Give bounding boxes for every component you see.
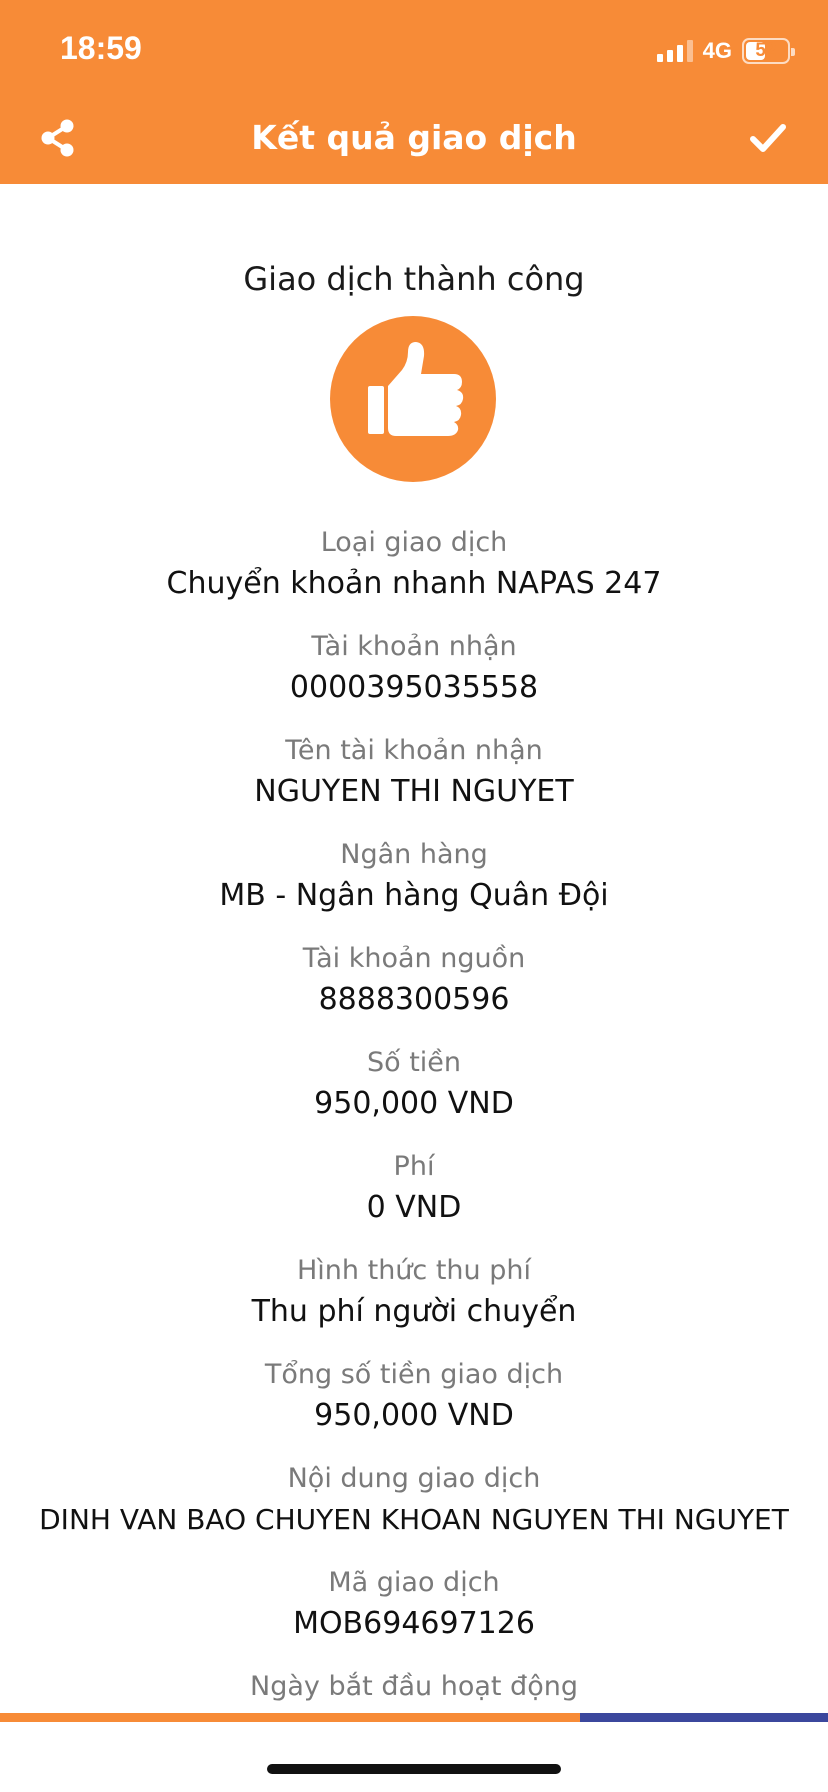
field-amount: Số tiền 950,000 VND <box>0 1044 828 1148</box>
home-indicator[interactable] <box>267 1764 561 1774</box>
field-value: MOB694697126 <box>293 1606 535 1641</box>
field-total-amount: Tổng số tiền giao dịch 950,000 VND <box>0 1356 828 1460</box>
field-label: Tài khoản nhận <box>311 631 517 662</box>
field-label: Ngày bắt đầu hoạt động <box>250 1671 578 1702</box>
status-time: 18:59 <box>60 30 142 66</box>
field-value: 950,000 VND <box>314 1086 514 1121</box>
field-transaction-content: Nội dung giao dịch DINH VAN BAO CHUYEN K… <box>0 1460 828 1564</box>
field-label: Tài khoản nguồn <box>302 943 526 974</box>
field-label: Tổng số tiền giao dịch <box>264 1359 564 1390</box>
checkmark-icon <box>750 124 786 152</box>
app-header: 18:59 4G 52 Kết quả giao dịch <box>0 0 828 184</box>
field-value: 0 VND <box>366 1190 462 1225</box>
field-value: Chuyển khoản nhanh NAPAS 247 <box>166 566 662 601</box>
field-value: 8888300596 <box>318 982 510 1017</box>
thumbs-up-icon <box>330 316 496 482</box>
field-fee-method: Hình thức thu phí Thu phí người chuyển <box>0 1252 828 1356</box>
field-label: Hình thức thu phí <box>297 1255 531 1286</box>
field-value: Thu phí người chuyển <box>251 1294 577 1329</box>
field-label: Ngân hàng <box>340 839 488 870</box>
field-label: Phí <box>393 1151 435 1182</box>
field-label: Tên tài khoản nhận <box>285 735 543 766</box>
field-value: DINH VAN BAO CHUYEN KHOAN NGUYEN THI NGU… <box>39 1503 789 1536</box>
status-indicators: 4G 52 <box>656 36 795 66</box>
field-value: MB - Ngân hàng Quân Đội <box>219 878 609 913</box>
field-receiving-account: Tài khoản nhận 0000395035558 <box>0 628 828 732</box>
field-receiving-account-name: Tên tài khoản nhận NGUYEN THI NGUYET <box>0 732 828 836</box>
field-label: Số tiền <box>366 1047 462 1078</box>
field-fee: Phí 0 VND <box>0 1148 828 1252</box>
page-title: Kết quả giao dịch <box>251 118 577 157</box>
field-bank: Ngân hàng MB - Ngân hàng Quân Đội <box>0 836 828 940</box>
field-value: NGUYEN THI NGUYET <box>254 774 574 809</box>
field-value: 950,000 VND <box>314 1398 514 1433</box>
battery-level: 52 <box>755 40 777 61</box>
field-source-account: Tài khoản nguồn 8888300596 <box>0 940 828 1044</box>
bar-segment-orange <box>0 1713 580 1722</box>
battery-icon: 52 <box>742 38 795 64</box>
transaction-details: Loại giao dịch Chuyển khoản nhanh NAPAS … <box>0 524 828 1772</box>
field-label: Mã giao dịch <box>328 1567 500 1598</box>
field-label: Loại giao dịch <box>320 527 508 558</box>
confirm-button[interactable] <box>748 118 788 158</box>
field-transaction-id: Mã giao dịch MOB694697126 <box>0 1564 828 1668</box>
bar-segment-blue <box>580 1713 828 1722</box>
field-value: 0000395035558 <box>289 670 539 705</box>
field-label: Nội dung giao dịch <box>287 1463 541 1494</box>
bottom-progress-bar <box>0 1713 828 1722</box>
network-type: 4G <box>702 38 732 63</box>
result-title: Giao dịch thành công <box>243 260 585 298</box>
cellular-signal-icon <box>656 40 693 62</box>
field-transaction-type: Loại giao dịch Chuyển khoản nhanh NAPAS … <box>0 524 828 628</box>
